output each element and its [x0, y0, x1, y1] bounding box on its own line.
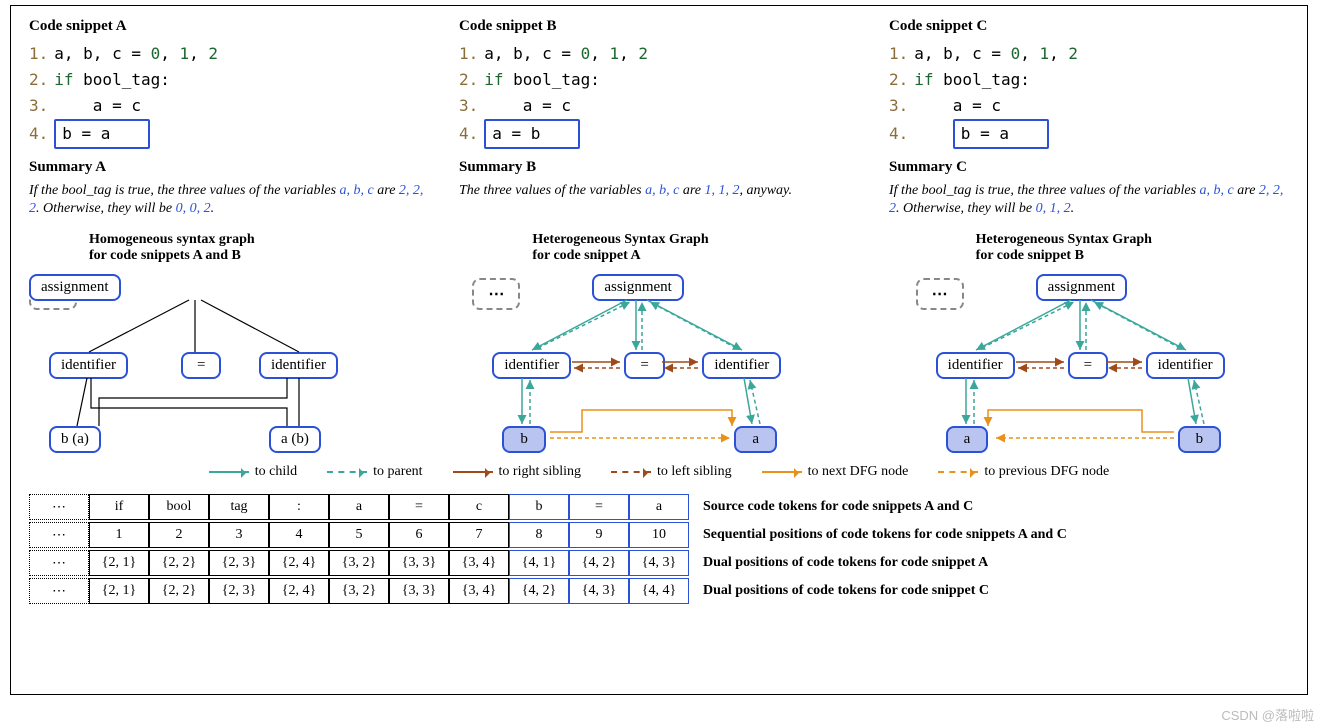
node-eq: =	[181, 352, 221, 379]
cell: b	[509, 494, 569, 520]
node-assignment: assignment	[29, 274, 121, 301]
arrow-icon	[938, 471, 978, 473]
ellipsis-icon: ⋯	[472, 278, 520, 310]
ellipsis-cell: ⋯	[29, 578, 89, 604]
legend: to child to parent to right sibling to l…	[29, 464, 1289, 480]
graph-het-a: Heterogeneous Syntax Graphfor code snipp…	[472, 232, 845, 458]
arrow-icon	[327, 471, 367, 473]
cell: 6	[389, 522, 449, 548]
cell: 5	[329, 522, 389, 548]
col-a: Code snippet A 1.a, b, c = 0, 1, 2 2.if …	[29, 18, 429, 218]
cell: {4, 2}	[569, 550, 629, 576]
table-label: Dual positions of code tokens for code s…	[703, 583, 989, 599]
cell: {3, 4}	[449, 578, 509, 604]
table-label: Source code tokens for code snippets A a…	[703, 499, 973, 515]
cell: {3, 4}	[449, 550, 509, 576]
token-tables: ⋯ifbooltag:a=cb=aSource code tokens for …	[29, 494, 1289, 604]
cell: 8	[509, 522, 569, 548]
arrow-icon	[453, 471, 493, 473]
graph-row: Homogeneous syntax graphfor code snippet…	[29, 232, 1289, 458]
cell: {3, 3}	[389, 578, 449, 604]
cell: {3, 2}	[329, 578, 389, 604]
table-label: Sequential positions of code tokens for …	[703, 527, 1067, 543]
cell: a	[329, 494, 389, 520]
summary-title: Summary A	[29, 159, 429, 176]
cell: {4, 1}	[509, 550, 569, 576]
cell: {4, 3}	[629, 550, 689, 576]
node-leaf: b (a)	[49, 426, 101, 453]
cell: =	[389, 494, 449, 520]
cell: {2, 2}	[149, 550, 209, 576]
node-leaf: a (b)	[269, 426, 321, 453]
ellipsis-cell: ⋯	[29, 494, 89, 520]
cell: a	[629, 494, 689, 520]
cell: {2, 4}	[269, 578, 329, 604]
arrow-icon	[209, 471, 249, 473]
node-identifier: identifier	[259, 352, 338, 379]
col-c: Code snippet C 1.a, b, c = 0, 1, 2 2.if …	[889, 18, 1289, 218]
cell: 9	[569, 522, 629, 548]
ellipsis-cell: ⋯	[29, 550, 89, 576]
table-row-dualC: ⋯{2, 1}{2, 2}{2, 3}{2, 4}{3, 2}{3, 3}{3,…	[29, 578, 1289, 604]
watermark: CSDN @落啦啦	[1221, 705, 1314, 724]
cell: c	[449, 494, 509, 520]
cell: =	[569, 494, 629, 520]
cell: 3	[209, 522, 269, 548]
cell: 10	[629, 522, 689, 548]
graph-het-b: Heterogeneous Syntax Graphfor code snipp…	[916, 232, 1289, 458]
arrow-icon	[611, 471, 651, 473]
cell: {2, 3}	[209, 578, 269, 604]
cell: {3, 3}	[389, 550, 449, 576]
cell: bool	[149, 494, 209, 520]
cell: tag	[209, 494, 269, 520]
table-row-tokens: ⋯ifbooltag:a=cb=aSource code tokens for …	[29, 494, 1289, 520]
cell: 2	[149, 522, 209, 548]
cell: {4, 2}	[509, 578, 569, 604]
table-label: Dual positions of code tokens for code s…	[703, 555, 988, 571]
cell: :	[269, 494, 329, 520]
snippet-title: Code snippet A	[29, 18, 429, 35]
code-a: 1.a, b, c = 0, 1, 2 2.if bool_tag: 3. a …	[29, 41, 429, 149]
snippet-columns: Code snippet A 1.a, b, c = 0, 1, 2 2.if …	[29, 18, 1289, 218]
cell: {2, 2}	[149, 578, 209, 604]
col-b: Code snippet B 1.a, b, c = 0, 1, 2 2.if …	[459, 18, 859, 218]
cell: {2, 4}	[269, 550, 329, 576]
table-row-dualA: ⋯{2, 1}{2, 2}{2, 3}{2, 4}{3, 2}{3, 3}{3,…	[29, 550, 1289, 576]
cell: {4, 3}	[569, 578, 629, 604]
cell: {4, 4}	[629, 578, 689, 604]
node-identifier: identifier	[49, 352, 128, 379]
cell: {2, 3}	[209, 550, 269, 576]
figure-frame: Code snippet A 1.a, b, c = 0, 1, 2 2.if …	[10, 5, 1308, 695]
cell: {2, 1}	[89, 550, 149, 576]
cell: 1	[89, 522, 149, 548]
summary-a: If the bool_tag is true, the three value…	[29, 182, 429, 218]
graph-homo: Homogeneous syntax graphfor code snippet…	[29, 232, 402, 458]
arrow-icon	[762, 471, 802, 473]
cell: if	[89, 494, 149, 520]
cell: {3, 2}	[329, 550, 389, 576]
cell: 4	[269, 522, 329, 548]
cell: {2, 1}	[89, 578, 149, 604]
cell: 7	[449, 522, 509, 548]
table-row-seq: ⋯12345678910 Sequential positions of code…	[29, 522, 1289, 548]
ellipsis-icon: ⋯	[916, 278, 964, 310]
boxed-line: b = a	[54, 119, 150, 149]
ellipsis-cell: ⋯	[29, 522, 89, 548]
